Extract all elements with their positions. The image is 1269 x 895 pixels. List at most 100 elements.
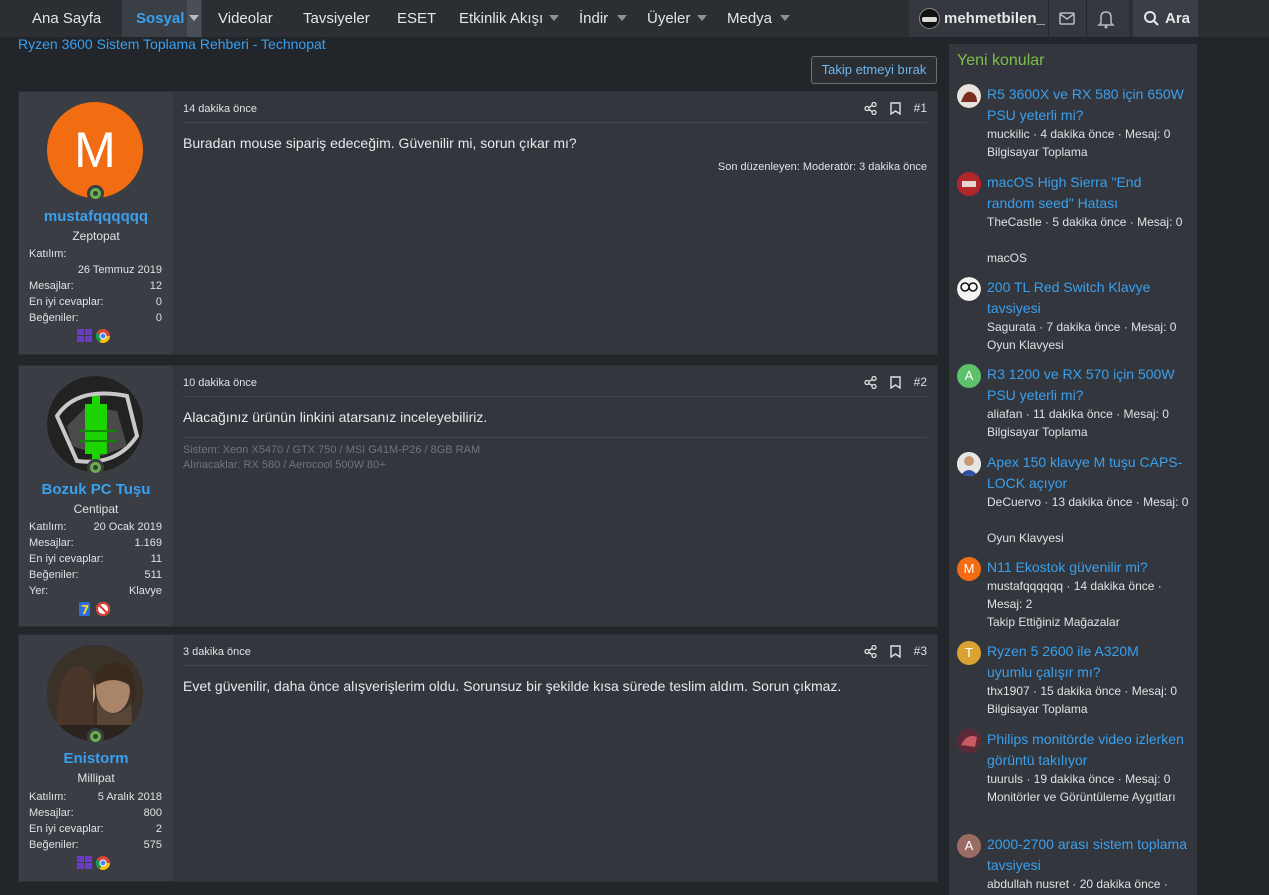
share-icon[interactable] — [864, 376, 877, 389]
post-timestamp[interactable]: 10 dakika önce — [183, 377, 257, 389]
bookmark-icon[interactable] — [890, 102, 901, 115]
top-nav: Ana Sayfa Sosyal Videolar Tavsiyeler ESE… — [0, 0, 1269, 37]
post-timestamp[interactable]: 3 dakika önce — [183, 646, 251, 658]
chevron-down-icon[interactable] — [695, 0, 709, 37]
thread-forum[interactable]: Bilgisayar Toplama — [987, 423, 1193, 441]
avatar[interactable]: A — [957, 364, 981, 388]
stat-label: En iyi cevaplar: — [29, 553, 104, 565]
avatar[interactable] — [47, 645, 143, 741]
inbox-icon[interactable] — [1049, 0, 1085, 37]
stat-label: En iyi cevaplar: — [29, 296, 104, 308]
nav-item-download[interactable]: İndir — [567, 0, 617, 37]
bell-icon[interactable] — [1088, 0, 1124, 37]
avatar[interactable] — [957, 277, 981, 301]
avatar[interactable] — [47, 376, 143, 472]
chevron-down-icon[interactable] — [615, 0, 629, 37]
post-number[interactable]: #2 — [914, 375, 927, 389]
avatar[interactable]: M — [957, 557, 981, 581]
post-3: Enistorm Millipat Katılım: 5 Aralık 2018… — [18, 634, 938, 882]
stat-value: Klavye — [128, 585, 162, 597]
nav-item-home[interactable]: Ana Sayfa — [20, 0, 118, 37]
edit-note: Son düzenleyen: Moderatör: 3 dakika önce — [717, 161, 927, 173]
thread-forum[interactable]: macOS — [987, 249, 1193, 267]
avatar[interactable]: A — [957, 834, 981, 858]
thread-forum[interactable]: Oyun Klavyesi — [987, 336, 1193, 354]
thread-forum[interactable]: Takip Ettiğiniz Mağazalar — [987, 613, 1193, 631]
share-icon[interactable] — [864, 645, 877, 658]
stat-label: Beğeniler: — [29, 312, 79, 324]
thread-meta: mustafqqqqqq · 14 dakika önce · Mesaj: 2 — [987, 579, 1162, 611]
stat-label: Mesajlar: — [29, 807, 74, 819]
stat-label: Katılım: — [29, 521, 67, 533]
user-badges — [77, 855, 117, 871]
nav-item-label: Medya — [727, 10, 773, 27]
post-user-panel: M mustafqqqqqq Zeptopat Katılım: 26 Temm… — [19, 92, 173, 354]
online-status-icon — [87, 728, 104, 745]
post-content: Buradan mouse sipariş edeceğim. Güvenili… — [183, 135, 577, 151]
user-title: Millipat — [77, 771, 115, 785]
nav-item-members[interactable]: Üyeler — [635, 0, 695, 37]
nav-item-eset[interactable]: ESET — [385, 0, 441, 37]
post-body: 10 dakika önce #2 Alacağınız ürünün link… — [173, 366, 937, 626]
thread-title[interactable]: macOS High Sierra "End random seed" Hata… — [987, 172, 1187, 214]
share-icon[interactable] — [864, 102, 877, 115]
stat-label: Beğeniler: — [29, 839, 79, 851]
thread-title[interactable]: N11 Ekostok güvenilir mi? — [987, 557, 1187, 578]
nav-item-label: Üyeler — [647, 10, 691, 27]
nav-item-label: Tavsiyeler — [303, 10, 370, 27]
sidebar-title: Yeni konular — [957, 52, 1045, 69]
windows-icon — [77, 329, 92, 342]
blocked-icon — [96, 602, 110, 616]
post-number[interactable]: #1 — [914, 101, 927, 115]
nav-item-media[interactable]: Medya — [715, 0, 775, 37]
post-username[interactable]: Enistorm — [19, 750, 173, 767]
nav-item-recommendations[interactable]: Tavsiyeler — [291, 0, 381, 37]
stat-value: 511 — [144, 569, 162, 581]
chevron-down-icon[interactable] — [778, 0, 792, 37]
thread-title[interactable]: Philips monitörde video izlerken görüntü… — [987, 729, 1187, 771]
post-body: 14 dakika önce #1 Buradan mouse sipariş … — [173, 92, 937, 354]
post-2: Bozuk PC Tuşu Centipat Katılım: 20 Ocak … — [18, 365, 938, 627]
chevron-down-icon[interactable] — [187, 0, 201, 37]
divider — [183, 665, 927, 666]
thread-forum[interactable]: Oyun Klavyesi — [987, 529, 1193, 547]
nav-item-label: Sosyal — [136, 10, 185, 27]
post-username[interactable]: Bozuk PC Tuşu — [19, 481, 173, 498]
thread-title[interactable]: Apex 150 klavye M tuşu CAPS-LOCK açıyor — [987, 452, 1187, 494]
avatar[interactable] — [957, 452, 981, 476]
avatar[interactable] — [957, 729, 981, 753]
avatar[interactable] — [957, 84, 981, 108]
stat-value: 20 Ocak 2019 — [93, 521, 163, 533]
avatar[interactable] — [957, 172, 981, 196]
post-username[interactable]: mustafqqqqqq — [19, 208, 173, 225]
nav-item-label: Ana Sayfa — [32, 10, 102, 27]
stat-value: 11 — [150, 553, 162, 565]
thread-forum[interactable]: Bilgisayar Toplama — [987, 143, 1193, 161]
chevron-down-icon[interactable] — [547, 0, 561, 37]
thread-title[interactable]: 2000-2700 arası sistem toplama tavsiyesi — [987, 834, 1187, 876]
user-title: Zeptopat — [72, 229, 120, 243]
post-content: Alacağınız ürünün linkini atarsanız ince… — [183, 409, 488, 425]
divider — [183, 396, 927, 397]
avatar[interactable]: M — [47, 102, 143, 198]
stat-value: 0 — [155, 296, 162, 308]
nav-item-activity[interactable]: Etkinlik Akışı — [447, 0, 547, 37]
nav-item-videos[interactable]: Videolar — [206, 0, 286, 37]
post-timestamp[interactable]: 14 dakika önce — [183, 103, 257, 115]
thread-forum[interactable]: Bilgisayar Toplama — [987, 700, 1193, 718]
thread-forum[interactable]: Monitörler ve Görüntüleme Aygıtları — [987, 788, 1193, 806]
thread-title[interactable]: R5 3600X ve RX 580 için 650W PSU yeterli… — [987, 84, 1187, 126]
thread-title[interactable]: R3 1200 ve RX 570 için 500W PSU yeterli … — [987, 364, 1187, 406]
unfollow-button[interactable]: Takip etmeyi bırak — [811, 56, 937, 84]
thread-title[interactable]: Ryzen 5 2600 ile A320M uyumlu çalışır mı… — [987, 641, 1187, 683]
windows-icon — [77, 856, 92, 869]
nav-item-label: İndir — [579, 10, 609, 27]
thread-title[interactable]: 200 TL Red Switch Klavye tavsiyesi — [987, 277, 1187, 319]
avatar[interactable]: T — [957, 641, 981, 665]
chrome-icon — [95, 856, 110, 870]
post-number[interactable]: #3 — [914, 644, 927, 658]
stat-label: Beğeniler: — [29, 569, 79, 581]
bookmark-icon[interactable] — [890, 376, 901, 389]
bookmark-icon[interactable] — [890, 645, 901, 658]
breadcrumb[interactable]: Ryzen 3600 Sistem Toplama Rehberi - Tech… — [18, 36, 326, 52]
